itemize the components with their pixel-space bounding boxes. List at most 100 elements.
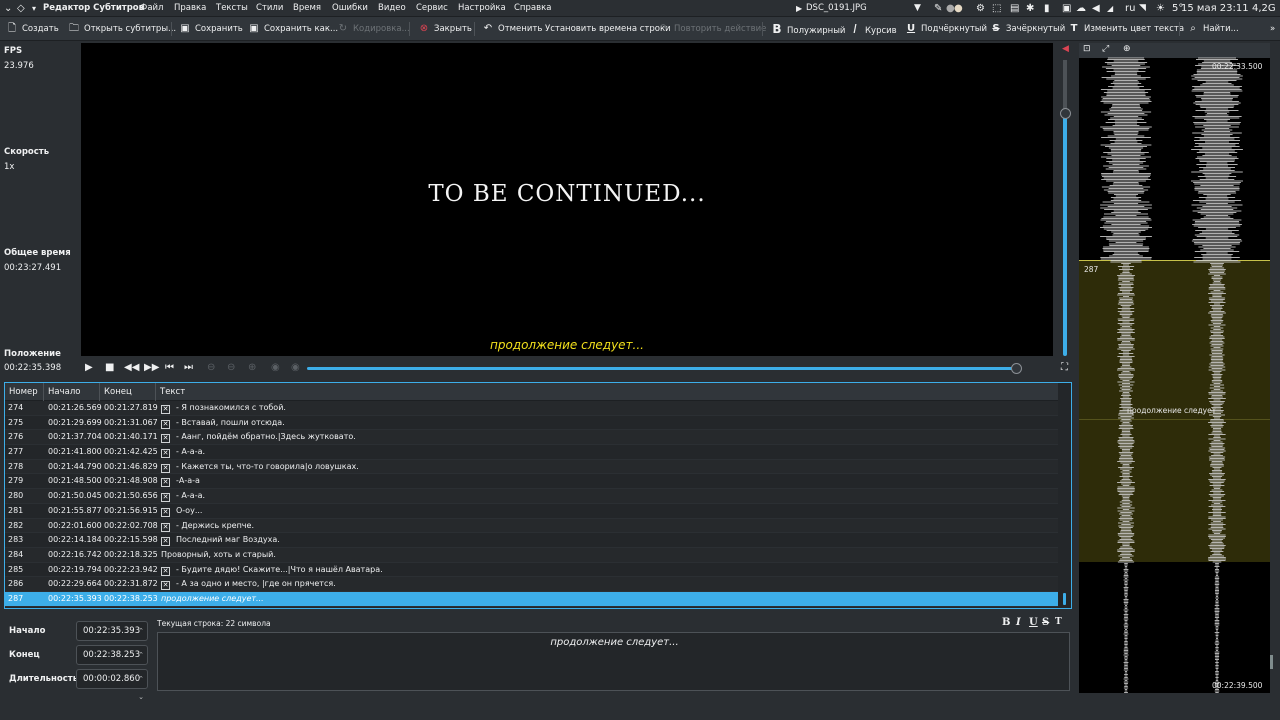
column-number[interactable]: Номер: [5, 383, 44, 401]
italic-icon[interactable]: I: [1016, 617, 1021, 628]
spin-arrows-icon[interactable]: ⌃⌄: [138, 670, 144, 706]
table-row[interactable]: 287 00:22:35.393 00:22:38.253 продолжение с…: [5, 591, 1058, 607]
checkbox-icon[interactable]: ✕: [161, 463, 170, 473]
italic-button[interactable]: I Курсив: [849, 17, 896, 41]
network-icon[interactable]: ⬚: [992, 0, 1001, 17]
table-row[interactable]: 279 00:21:48.500 00:21:48.908 ✕ -А-а-а: [5, 474, 1058, 490]
subtitle-text-editor[interactable]: продолжение следует...: [157, 632, 1070, 691]
seek-slider-handle[interactable]: [1011, 363, 1022, 374]
checkbox-icon[interactable]: ✕: [161, 507, 170, 517]
triangle-icon[interactable]: ◢: [1107, 0, 1113, 17]
diamond-icon[interactable]: ◇: [17, 0, 25, 17]
bold-button[interactable]: B Полужирный: [771, 17, 845, 41]
column-text[interactable]: Текст: [156, 383, 1058, 401]
seek-slider[interactable]: [307, 367, 1019, 370]
media-title[interactable]: DSC_0191.JPG: [806, 0, 867, 17]
checkbox-icon[interactable]: ✕: [161, 566, 170, 576]
lock-icon[interactable]: ▣: [1062, 0, 1071, 17]
menu-help[interactable]: Справка: [514, 0, 551, 17]
keyboard-layout[interactable]: ru: [1125, 0, 1135, 17]
subtitle-table[interactable]: Номер Начало Конец Текст 274 00:21:26.569…: [4, 382, 1072, 609]
save-as-button[interactable]: ▣ Сохранить как...: [248, 17, 338, 41]
menu-file[interactable]: Файл: [140, 0, 163, 17]
video-player[interactable]: TO BE CONTINUED... продолжение следует..…: [81, 43, 1053, 356]
menu-edit[interactable]: Правка: [174, 0, 206, 17]
menu-errors[interactable]: Ошибки: [332, 0, 368, 17]
table-row[interactable]: 285 00:22:19.794 00:22:23.942 ✕ - Будите дяд…: [5, 563, 1058, 578]
clock[interactable]: 15 мая 23:11: [1181, 0, 1249, 17]
encoding-button[interactable]: ↻ Кодировка...: [337, 17, 410, 41]
menu-service[interactable]: Сервис: [416, 0, 448, 17]
checkbox-icon[interactable]: ✕: [161, 478, 170, 488]
menu-video[interactable]: Видео: [378, 0, 406, 17]
memory-indicator[interactable]: 4,2G: [1252, 0, 1276, 17]
stop-button[interactable]: ■: [105, 360, 114, 376]
gear-icon[interactable]: ⚙: [976, 0, 985, 17]
color-button[interactable]: T Изменить цвет текста: [1068, 17, 1185, 41]
open-button[interactable]: 🗀 Открыть субтитры...: [68, 17, 176, 41]
underline-button[interactable]: U Подчёркнутый: [905, 17, 987, 41]
checkbox-icon[interactable]: ✕: [161, 537, 170, 547]
volume-slider-handle[interactable]: [1060, 108, 1071, 119]
zoom-in-icon[interactable]: ⊖: [227, 360, 235, 376]
checkbox-icon[interactable]: ✕: [161, 581, 170, 591]
table-row[interactable]: 281 00:21:55.877 00:21:56.915 ✕ О-оу...: [5, 504, 1058, 519]
volume-icon[interactable]: ◀: [1092, 0, 1100, 17]
table-row[interactable]: 274 00:21:26.569 00:21:27.819 ✕ - Я познаком…: [5, 401, 1058, 416]
checkbox-icon[interactable]: ✕: [161, 493, 170, 503]
table-scrollbar-handle[interactable]: [1063, 593, 1066, 605]
save-button[interactable]: ▣ Сохранить: [179, 17, 243, 41]
toolbar-overflow-icon[interactable]: »: [1270, 17, 1275, 41]
waveform-scrollbar[interactable]: [1270, 655, 1273, 669]
checkbox-icon[interactable]: ✕: [161, 434, 170, 444]
menu-time[interactable]: Время: [293, 0, 321, 17]
redo-button[interactable]: ↷ Повторить действие: [658, 17, 767, 41]
dropdown-icon[interactable]: ▼: [914, 0, 921, 17]
table-row[interactable]: 275 00:21:29.699 00:21:31.067 ✕ - Вставай, п…: [5, 416, 1058, 431]
pen-icon[interactable]: ✎: [934, 0, 942, 17]
play-button[interactable]: ▶: [85, 360, 93, 376]
find-button[interactable]: ⌕ Найти...: [1187, 17, 1239, 41]
menu-styles[interactable]: Стили: [256, 0, 283, 17]
mute-icon[interactable]: ◀: [1062, 44, 1069, 54]
column-start[interactable]: Начало: [44, 383, 100, 401]
color-icon[interactable]: ●: [954, 0, 963, 17]
checkbox-icon[interactable]: ✕: [161, 449, 170, 459]
jump-forward-icon[interactable]: ◉: [291, 360, 300, 376]
bluetooth-icon[interactable]: ✱: [1026, 0, 1034, 17]
table-row[interactable]: 282 00:22:01.600 00:22:02.708 ✕ - Держись кр…: [5, 518, 1058, 534]
bold-icon[interactable]: B: [1002, 617, 1010, 628]
underline-icon[interactable]: U: [1029, 617, 1038, 628]
column-end[interactable]: Конец: [100, 383, 156, 401]
battery-icon[interactable]: ▮: [1044, 0, 1050, 17]
undo-button[interactable]: ↶ Отменить Установить времена строки: [482, 17, 671, 41]
triangle-down-icon[interactable]: ▾: [32, 0, 36, 17]
strike-button[interactable]: S Зачёркнутый: [990, 17, 1065, 41]
jump-back-icon[interactable]: ◉: [271, 360, 280, 376]
menu-texts[interactable]: Тексты: [216, 0, 248, 17]
checkbox-icon[interactable]: ✕: [161, 419, 170, 429]
checkbox-icon[interactable]: ✕: [161, 405, 170, 414]
table-row[interactable]: 278 00:21:44.790 00:21:46.829 ✕ - Кажется ты…: [5, 459, 1058, 475]
app-menu-icon[interactable]: ⌄: [4, 0, 12, 17]
forward-button[interactable]: ▶▶: [144, 360, 159, 376]
sync-icon[interactable]: ⊕: [248, 360, 256, 376]
table-row[interactable]: 284 00:22:16.742 00:22:18.325 Проворный, хо…: [5, 547, 1058, 563]
rewind-button[interactable]: ◀◀: [124, 360, 139, 376]
zoom-out-icon[interactable]: ⊖: [207, 360, 215, 376]
table-row[interactable]: 280 00:21:50.045 00:21:50.656 ✕ - А-а-а.: [5, 489, 1058, 504]
create-button[interactable]: 🗋 Создать: [6, 17, 59, 41]
fullscreen-icon[interactable]: ⛶: [1061, 360, 1068, 376]
table-row[interactable]: 276 00:21:37.704 00:21:40.171 ✕ - Аанг, пойд…: [5, 430, 1058, 446]
waveform-panel[interactable]: ⊡ ⤢ ⊕ 00:22:33.500 287 продолжение следу…: [1079, 43, 1270, 693]
text-color-icon[interactable]: T: [1055, 617, 1062, 627]
clipboard-icon[interactable]: ▤: [1010, 0, 1019, 17]
strikethrough-icon[interactable]: S: [1042, 617, 1049, 628]
end-time-field[interactable]: 00:22:38.253⌃⌄: [76, 645, 148, 677]
wifi-icon[interactable]: ◥: [1139, 0, 1146, 17]
checkbox-icon[interactable]: ✕: [161, 522, 170, 532]
table-row[interactable]: 283 00:22:14.184 00:22:15.598 ✕ Последний ма…: [5, 533, 1058, 548]
duration-field[interactable]: 00:00:02.860 ⌃ ⌄: [76, 669, 148, 701]
close-button[interactable]: ⊗ Закрыть: [418, 17, 472, 41]
skip-forward-button[interactable]: ⏭: [184, 360, 193, 376]
